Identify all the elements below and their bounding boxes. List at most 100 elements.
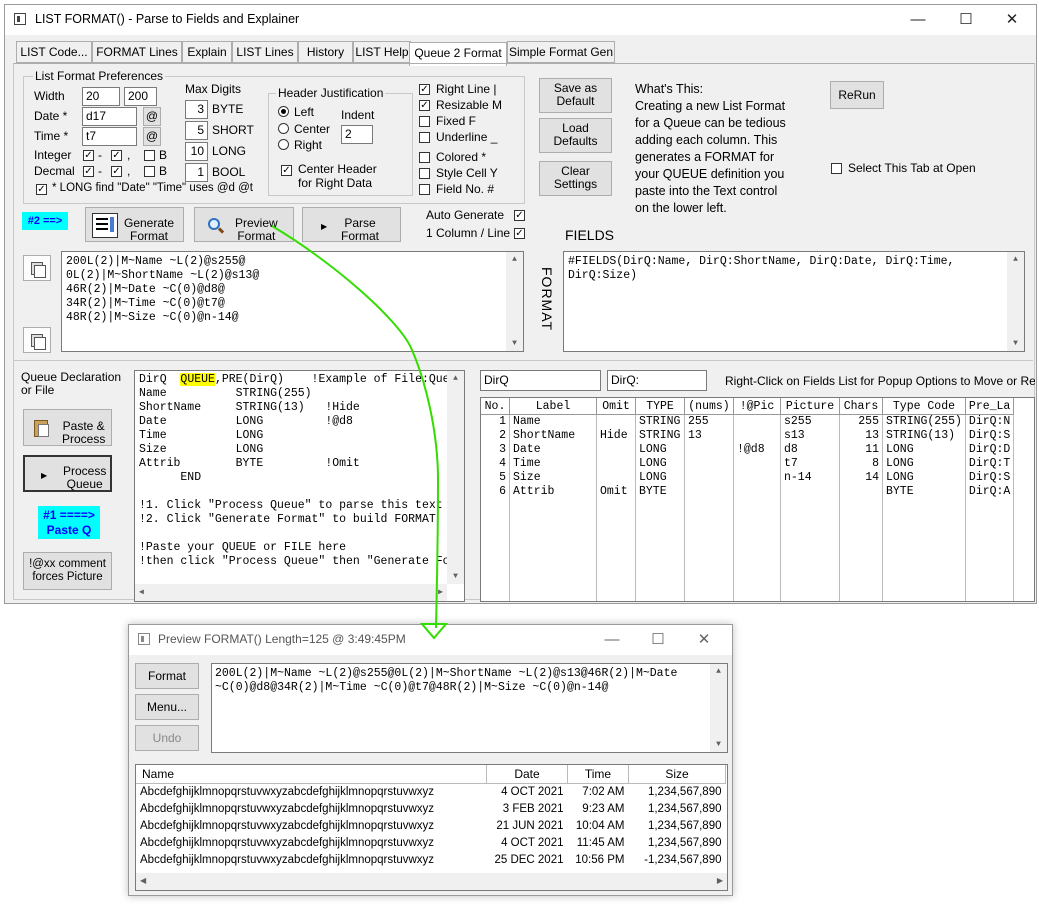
tab-list-lines[interactable]: LIST Lines xyxy=(232,41,298,63)
indent-field[interactable]: 2 xyxy=(341,125,373,144)
preview-title-bar[interactable]: Preview FORMAT() Length=125 @ 3:49:45PM … xyxy=(129,625,732,655)
close-icon[interactable]: ✕ xyxy=(989,5,1035,35)
resizable-checkbox[interactable]: ✓ xyxy=(419,100,430,111)
minimize-icon[interactable]: — xyxy=(895,5,941,35)
long-date-time-checkbox[interactable]: ✓ xyxy=(36,184,47,195)
byte-digits-field[interactable]: 3 xyxy=(185,100,208,119)
width-min-field[interactable]: 20 xyxy=(82,87,120,106)
table-row[interactable]: 5 Size LONG n-14 14 LONG DirQ:S xyxy=(481,471,1015,485)
main-title-bar[interactable]: LIST FORMAT() - Parse to Fields and Expl… xyxy=(5,5,1036,35)
right-line-checkbox[interactable]: ✓ xyxy=(419,84,430,95)
copy-format-button-2[interactable] xyxy=(23,327,51,353)
long-label: LONG xyxy=(212,144,247,158)
format-button[interactable]: Format xyxy=(135,663,199,689)
preview-list[interactable]: Name Date Time Size Abcdefghijklmnopqrst… xyxy=(135,764,728,891)
time-picture-field[interactable]: t7 xyxy=(82,127,137,146)
fields-list[interactable]: No. Label Omit TYPE (nums) !@Pic Picture… xyxy=(480,397,1035,602)
colored-checkbox[interactable] xyxy=(419,152,430,163)
process-queue-button[interactable]: ▶ Process Queue xyxy=(23,455,112,492)
auto-generate-label: Auto Generate xyxy=(426,208,505,222)
save-as-default-button[interactable]: Save as Default xyxy=(539,78,612,113)
comment-picture-button[interactable]: !@xx comment forces Picture xyxy=(23,552,112,590)
fields-text-area[interactable]: #FIELDS(DirQ:Name, DirQ:ShortName, DirQ:… xyxy=(563,251,1025,352)
justify-center-radio[interactable] xyxy=(278,123,289,134)
preview-window-title: Preview FORMAT() Length=125 @ 3:49:45PM xyxy=(158,632,406,646)
field-no-label: Field No. # xyxy=(436,182,495,196)
queue-hscrollbar[interactable]: ◀ ▶ xyxy=(135,584,447,601)
fields-scrollbar[interactable]: ▲ ▼ xyxy=(1007,252,1024,351)
list-item[interactable]: Abcdefghijklmnopqrstuvwxyzabcdefghijklmn… xyxy=(136,784,726,802)
queue-keyword: QUEUE xyxy=(180,373,215,386)
preview-text-scrollbar[interactable]: ▲ ▼ xyxy=(710,664,727,752)
right-click-hint: Right-Click on Fields List for Popup Opt… xyxy=(725,374,1035,388)
bool-digits-field[interactable]: 1 xyxy=(185,163,208,182)
tab-simple-format-gen[interactable]: Simple Format Gen xyxy=(507,41,615,63)
undo-button[interactable]: Undo xyxy=(135,725,199,751)
format-text-area[interactable]: 200L(2)|M~Name ~L(2)@s255@ 0L(2)|M~Short… xyxy=(61,251,524,352)
list-item[interactable]: Abcdefghijklmnopqrstuvwxyzabcdefghijklmn… xyxy=(136,801,726,818)
menu-button[interactable]: Menu... xyxy=(135,694,199,720)
prefix-field[interactable]: DirQ: xyxy=(607,370,707,391)
time-at-button[interactable]: @ xyxy=(143,127,161,146)
tab-format-lines[interactable]: FORMAT Lines xyxy=(92,41,182,63)
preview-maximize-icon[interactable]: ☐ xyxy=(635,625,681,655)
decimal-b-checkbox[interactable] xyxy=(144,166,155,177)
tab-explain[interactable]: Explain xyxy=(182,41,232,63)
time-label: Time * xyxy=(34,129,69,143)
date-at-button[interactable]: @ xyxy=(143,107,161,126)
date-picture-field[interactable]: d17 xyxy=(82,107,137,126)
tab-list-help[interactable]: LIST Help xyxy=(353,41,411,63)
rerun-button[interactable]: ReRun xyxy=(830,81,884,109)
table-row[interactable]: 6 Attrib Omit BYTE BYTE DirQ:A xyxy=(481,485,1015,499)
table-row[interactable]: 2 ShortName Hide STRING 13 s13 13 STRING(13) Dir… xyxy=(481,429,1015,443)
justify-left-radio[interactable] xyxy=(278,106,289,117)
queue-vscrollbar[interactable]: ▲ ▼ xyxy=(447,371,464,584)
tab-history[interactable]: History xyxy=(298,41,353,63)
table-row[interactable]: 1 Name STRING 255 s255 255 STRING(255) DirQ:N xyxy=(481,414,1015,429)
preview-minimize-icon[interactable]: — xyxy=(589,625,635,655)
list-item[interactable]: Abcdefghijklmnopqrstuvwxyzabcdefghijklmn… xyxy=(136,835,726,852)
preview-hscrollbar[interactable]: ◀ ▶ xyxy=(136,873,727,890)
style-cell-checkbox[interactable] xyxy=(419,168,430,179)
list-item[interactable]: Abcdefghijklmnopqrstuvwxyzabcdefghijklmn… xyxy=(136,818,726,835)
one-column-checkbox[interactable]: ✓ xyxy=(514,228,525,239)
decimal-minus-checkbox[interactable]: ✓ xyxy=(83,166,94,177)
integer-minus-checkbox[interactable]: ✓ xyxy=(83,150,94,161)
short-digits-field[interactable]: 5 xyxy=(185,121,208,140)
load-defaults-button[interactable]: Load Defaults xyxy=(539,118,612,153)
maximize-icon[interactable]: ☐ xyxy=(943,5,989,35)
bool-label: BOOL xyxy=(212,165,246,179)
long-digits-field[interactable]: 10 xyxy=(185,142,208,161)
center-header-checkbox[interactable]: ✓ xyxy=(281,165,292,176)
justify-right-radio[interactable] xyxy=(278,139,289,150)
width-max-field[interactable]: 200 xyxy=(124,87,157,106)
generate-format-button[interactable]: Generate Format xyxy=(85,207,184,243)
tab-list-code[interactable]: LIST Code... xyxy=(16,41,92,63)
center-header-label-2: for Right Data xyxy=(298,176,373,190)
queue-text-area[interactable]: DirQ QUEUE,PRE(DirQ) !Example of File:Qu… xyxy=(134,370,465,602)
decimal-comma-checkbox[interactable]: ✓ xyxy=(111,166,122,177)
table-row[interactable]: 3 Date LONG !@d8 d8 11 LONG DirQ:D xyxy=(481,443,1015,457)
paste-process-button[interactable]: Paste & Process xyxy=(23,409,112,446)
underline-checkbox[interactable] xyxy=(419,132,430,143)
fixed-checkbox[interactable] xyxy=(419,116,430,127)
queue-name-field[interactable]: DirQ xyxy=(480,370,601,391)
preview-format-text[interactable]: 200L(2)|M~Name ~L(2)@s255@0L(2)|M~ShortN… xyxy=(211,663,728,753)
preview-close-icon[interactable]: ✕ xyxy=(681,625,727,655)
decimal-label: Decmal xyxy=(34,164,75,178)
preview-format-button[interactable]: Preview Format xyxy=(194,207,294,243)
clear-settings-button[interactable]: Clear Settings xyxy=(539,161,612,196)
header-justification-label: Header Justification xyxy=(276,86,386,100)
integer-b-checkbox[interactable] xyxy=(144,150,155,161)
list-item[interactable]: Abcdefghijklmnopqrstuvwxyzabcdefghijklmn… xyxy=(136,852,726,869)
underline-label: Underline _ xyxy=(436,130,498,144)
integer-comma-checkbox[interactable]: ✓ xyxy=(111,150,122,161)
justify-center-label: Center xyxy=(294,122,331,136)
auto-generate-checkbox[interactable]: ✓ xyxy=(514,210,525,221)
table-row[interactable]: 4 Time LONG t7 8 LONG DirQ:T xyxy=(481,457,1015,471)
copy-format-button[interactable] xyxy=(23,255,51,281)
format-scrollbar[interactable]: ▲ ▼ xyxy=(506,252,523,351)
select-tab-checkbox[interactable] xyxy=(831,163,842,174)
field-no-checkbox[interactable] xyxy=(419,184,430,195)
parse-format-button[interactable]: ▶ Parse Format xyxy=(302,207,401,243)
